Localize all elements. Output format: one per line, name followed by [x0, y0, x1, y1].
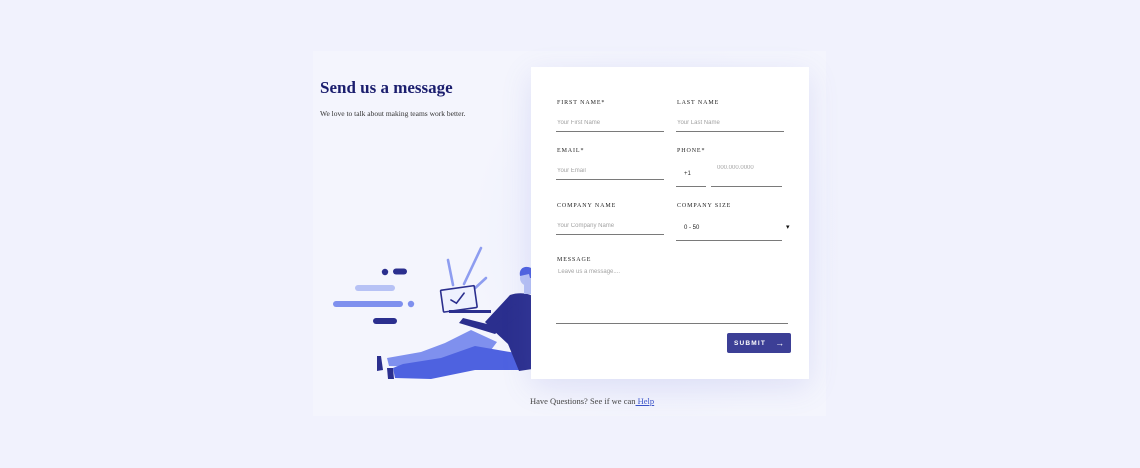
speed-line	[333, 301, 403, 307]
company-name-label: COMPANY NAME	[557, 203, 617, 209]
email-input[interactable]	[556, 163, 664, 180]
phone-label: PHONE*	[677, 148, 706, 154]
page-subtitle: We love to talk about making teams work …	[320, 109, 466, 118]
ray	[446, 258, 455, 287]
neck	[524, 284, 531, 294]
company-size-select[interactable]: 0 - 50	[676, 220, 782, 241]
company-size-label: COMPANY SIZE	[677, 203, 732, 209]
email-label: EMAIL*	[557, 148, 585, 154]
first-name-input[interactable]	[556, 115, 664, 132]
country-code-field[interactable]: +1	[676, 165, 706, 187]
message-textarea[interactable]	[556, 269, 788, 324]
speed-line	[393, 268, 407, 275]
last-name-input[interactable]	[676, 115, 784, 132]
ray	[462, 246, 483, 286]
submit-label: SUBMIT	[733, 339, 767, 347]
caret-down-icon[interactable]: ▾	[786, 220, 790, 234]
person-with-laptop-illustration	[333, 246, 543, 379]
laptop-base	[449, 310, 491, 313]
first-name-label: FIRST NAME*	[557, 100, 606, 106]
shoe	[377, 356, 383, 371]
speed-dot	[407, 300, 415, 308]
contact-form: FIRST NAME* LAST NAME EMAIL* PHONE* +1 C…	[531, 67, 809, 379]
speed-line	[373, 318, 397, 324]
company-name-input[interactable]	[556, 218, 664, 235]
phone-input[interactable]	[711, 161, 782, 187]
last-name-label: LAST NAME	[677, 100, 720, 106]
speed-line	[355, 285, 395, 291]
shoe	[387, 368, 394, 379]
submit-button[interactable]: SUBMIT →	[727, 333, 791, 353]
message-label: MESSAGE	[557, 257, 592, 263]
help-footer: Have Questions? See if we can Help	[530, 396, 654, 406]
help-link[interactable]: Help	[636, 396, 655, 406]
speed-dot	[381, 268, 389, 276]
arrow-right-icon: →	[775, 338, 785, 348]
front-leg	[393, 346, 531, 379]
page-title: Send us a message	[320, 78, 453, 97]
help-text: Have Questions? See if we can	[530, 396, 636, 406]
